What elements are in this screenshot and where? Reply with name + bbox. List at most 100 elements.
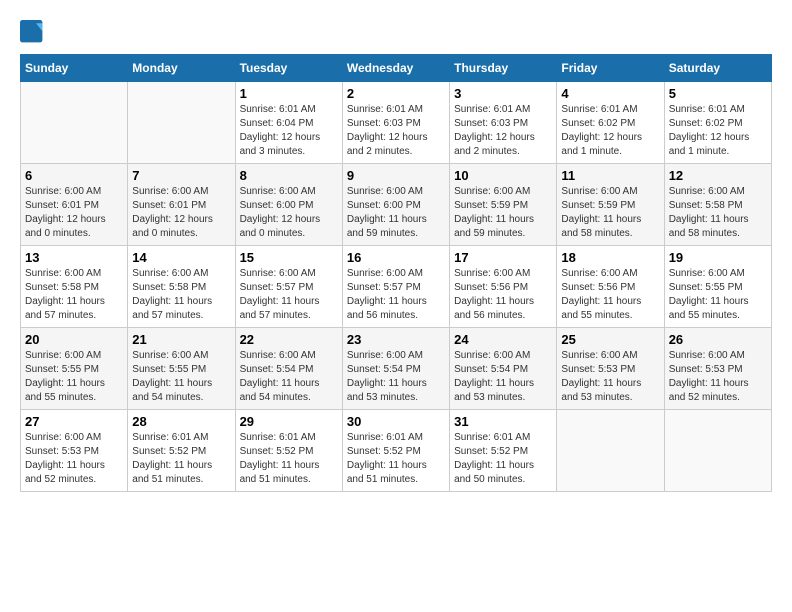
day-info: Sunrise: 6:00 AM Sunset: 5:57 PM Dayligh… bbox=[347, 267, 445, 323]
day-number: 11 bbox=[561, 168, 659, 183]
calendar-table: SundayMondayTuesdayWednesdayThursdayFrid… bbox=[20, 54, 772, 492]
calendar-cell: 27 Sunrise: 6:00 AM Sunset: 5:53 PM Dayli… bbox=[21, 410, 128, 492]
calendar-body: 1 Sunrise: 6:01 AM Sunset: 6:04 PM Daylig… bbox=[21, 82, 772, 492]
calendar-cell bbox=[557, 410, 664, 492]
weekday-row: SundayMondayTuesdayWednesdayThursdayFrid… bbox=[21, 55, 772, 82]
day-info: Sunrise: 6:01 AM Sunset: 5:52 PM Dayligh… bbox=[240, 431, 338, 487]
day-number: 31 bbox=[454, 414, 552, 429]
calendar-cell: 19Sunrise: 6:00 AM Sunset: 5:55 PM Dayli… bbox=[664, 246, 771, 328]
day-info: Sunrise: 6:00 AM Sunset: 5:53 PM Dayligh… bbox=[669, 349, 767, 405]
day-info: Sunrise: 6:01 AM Sunset: 6:02 PM Dayligh… bbox=[669, 103, 767, 159]
calendar-cell: 30Sunrise: 6:01 AM Sunset: 5:52 PM Dayli… bbox=[342, 410, 449, 492]
weekday-header-friday: Friday bbox=[557, 55, 664, 82]
calendar-cell: 31 Sunrise: 6:01 AM Sunset: 5:52 PM Dayli… bbox=[450, 410, 557, 492]
calendar-week-1: 6Sunrise: 6:00 AM Sunset: 6:01 PM Daylig… bbox=[21, 164, 772, 246]
day-info: Sunrise: 6:00 AM Sunset: 5:58 PM Dayligh… bbox=[132, 267, 230, 323]
day-info: Sunrise: 6:01 AM Sunset: 6:04 PM Dayligh… bbox=[240, 103, 338, 159]
day-info: Sunrise: 6:00 AM Sunset: 5:53 PM Dayligh… bbox=[25, 431, 123, 487]
calendar-cell bbox=[664, 410, 771, 492]
calendar-cell: 17Sunrise: 6:00 AM Sunset: 5:56 PM Dayli… bbox=[450, 246, 557, 328]
calendar-cell: 5Sunrise: 6:01 AM Sunset: 6:02 PM Daylig… bbox=[664, 82, 771, 164]
day-number: 25 bbox=[561, 332, 659, 347]
day-number: 22 bbox=[240, 332, 338, 347]
day-number: 28 bbox=[132, 414, 230, 429]
day-info: Sunrise: 6:00 AM Sunset: 5:54 PM Dayligh… bbox=[240, 349, 338, 405]
day-info: Sunrise: 6:00 AM Sunset: 6:00 PM Dayligh… bbox=[347, 185, 445, 241]
day-number: 26 bbox=[669, 332, 767, 347]
calendar-cell: 25 Sunrise: 6:00 AM Sunset: 5:53 PM Dayli… bbox=[557, 328, 664, 410]
calendar-week-4: 27 Sunrise: 6:00 AM Sunset: 5:53 PM Dayli… bbox=[21, 410, 772, 492]
calendar-cell: 6Sunrise: 6:00 AM Sunset: 6:01 PM Daylig… bbox=[21, 164, 128, 246]
day-info: Sunrise: 6:00 AM Sunset: 5:58 PM Dayligh… bbox=[669, 185, 767, 241]
calendar-cell: 11 Sunrise: 6:00 AM Sunset: 5:59 PM Dayli… bbox=[557, 164, 664, 246]
day-number: 15 bbox=[240, 250, 338, 265]
day-number: 20 bbox=[25, 332, 123, 347]
calendar-cell: 4Sunrise: 6:01 AM Sunset: 6:02 PM Daylig… bbox=[557, 82, 664, 164]
weekday-header-sunday: Sunday bbox=[21, 55, 128, 82]
weekday-header-tuesday: Tuesday bbox=[235, 55, 342, 82]
calendar-cell: 14 Sunrise: 6:00 AM Sunset: 5:58 PM Dayli… bbox=[128, 246, 235, 328]
day-info: Sunrise: 6:00 AM Sunset: 5:55 PM Dayligh… bbox=[25, 349, 123, 405]
day-number: 30 bbox=[347, 414, 445, 429]
calendar-cell: 21 Sunrise: 6:00 AM Sunset: 5:55 PM Dayli… bbox=[128, 328, 235, 410]
calendar-cell: 12Sunrise: 6:00 AM Sunset: 5:58 PM Dayli… bbox=[664, 164, 771, 246]
weekday-header-monday: Monday bbox=[128, 55, 235, 82]
logo-icon bbox=[20, 20, 44, 44]
day-number: 23 bbox=[347, 332, 445, 347]
day-number: 1 bbox=[240, 86, 338, 101]
calendar-cell bbox=[21, 82, 128, 164]
calendar-cell: 22 Sunrise: 6:00 AM Sunset: 5:54 PM Dayli… bbox=[235, 328, 342, 410]
calendar-cell: 15 Sunrise: 6:00 AM Sunset: 5:57 PM Dayli… bbox=[235, 246, 342, 328]
day-info: Sunrise: 6:00 AM Sunset: 5:55 PM Dayligh… bbox=[132, 349, 230, 405]
calendar-cell: 24 Sunrise: 6:00 AM Sunset: 5:54 PM Dayli… bbox=[450, 328, 557, 410]
calendar-cell: 13 Sunrise: 6:00 AM Sunset: 5:58 PM Dayli… bbox=[21, 246, 128, 328]
calendar-week-2: 13 Sunrise: 6:00 AM Sunset: 5:58 PM Dayli… bbox=[21, 246, 772, 328]
calendar-cell: 8Sunrise: 6:00 AM Sunset: 6:00 PM Daylig… bbox=[235, 164, 342, 246]
day-number: 24 bbox=[454, 332, 552, 347]
day-number: 18 bbox=[561, 250, 659, 265]
calendar-cell: 7Sunrise: 6:00 AM Sunset: 6:01 PM Daylig… bbox=[128, 164, 235, 246]
calendar-cell bbox=[128, 82, 235, 164]
day-number: 2 bbox=[347, 86, 445, 101]
weekday-header-saturday: Saturday bbox=[664, 55, 771, 82]
page-header bbox=[20, 20, 772, 44]
calendar-cell: 3 Sunrise: 6:01 AM Sunset: 6:03 PM Daylig… bbox=[450, 82, 557, 164]
weekday-header-thursday: Thursday bbox=[450, 55, 557, 82]
calendar-cell: 28 Sunrise: 6:01 AM Sunset: 5:52 PM Dayli… bbox=[128, 410, 235, 492]
calendar-cell: 20 Sunrise: 6:00 AM Sunset: 5:55 PM Dayli… bbox=[21, 328, 128, 410]
calendar-cell: 18 Sunrise: 6:00 AM Sunset: 5:56 PM Dayli… bbox=[557, 246, 664, 328]
calendar-cell: 29Sunrise: 6:01 AM Sunset: 5:52 PM Dayli… bbox=[235, 410, 342, 492]
logo bbox=[20, 20, 48, 44]
day-number: 9 bbox=[347, 168, 445, 183]
day-info: Sunrise: 6:00 AM Sunset: 6:01 PM Dayligh… bbox=[132, 185, 230, 241]
day-number: 16 bbox=[347, 250, 445, 265]
day-number: 17 bbox=[454, 250, 552, 265]
day-info: Sunrise: 6:00 AM Sunset: 5:54 PM Dayligh… bbox=[454, 349, 552, 405]
day-number: 13 bbox=[25, 250, 123, 265]
calendar-cell: 9 Sunrise: 6:00 AM Sunset: 6:00 PM Daylig… bbox=[342, 164, 449, 246]
day-info: Sunrise: 6:00 AM Sunset: 5:57 PM Dayligh… bbox=[240, 267, 338, 323]
day-info: Sunrise: 6:01 AM Sunset: 6:02 PM Dayligh… bbox=[561, 103, 659, 159]
day-info: Sunrise: 6:00 AM Sunset: 5:53 PM Dayligh… bbox=[561, 349, 659, 405]
day-info: Sunrise: 6:01 AM Sunset: 6:03 PM Dayligh… bbox=[347, 103, 445, 159]
day-info: Sunrise: 6:01 AM Sunset: 6:03 PM Dayligh… bbox=[454, 103, 552, 159]
calendar-cell: 2 Sunrise: 6:01 AM Sunset: 6:03 PM Daylig… bbox=[342, 82, 449, 164]
day-info: Sunrise: 6:00 AM Sunset: 6:00 PM Dayligh… bbox=[240, 185, 338, 241]
calendar-cell: 10Sunrise: 6:00 AM Sunset: 5:59 PM Dayli… bbox=[450, 164, 557, 246]
day-info: Sunrise: 6:00 AM Sunset: 5:54 PM Dayligh… bbox=[347, 349, 445, 405]
day-info: Sunrise: 6:00 AM Sunset: 6:01 PM Dayligh… bbox=[25, 185, 123, 241]
day-info: Sunrise: 6:01 AM Sunset: 5:52 PM Dayligh… bbox=[132, 431, 230, 487]
day-info: Sunrise: 6:00 AM Sunset: 5:59 PM Dayligh… bbox=[561, 185, 659, 241]
calendar-cell: 16 Sunrise: 6:00 AM Sunset: 5:57 PM Dayli… bbox=[342, 246, 449, 328]
day-info: Sunrise: 6:00 AM Sunset: 5:58 PM Dayligh… bbox=[25, 267, 123, 323]
calendar-cell: 23 Sunrise: 6:00 AM Sunset: 5:54 PM Dayli… bbox=[342, 328, 449, 410]
calendar-week-0: 1 Sunrise: 6:01 AM Sunset: 6:04 PM Daylig… bbox=[21, 82, 772, 164]
day-number: 3 bbox=[454, 86, 552, 101]
day-number: 27 bbox=[25, 414, 123, 429]
day-number: 14 bbox=[132, 250, 230, 265]
calendar-cell: 26 Sunrise: 6:00 AM Sunset: 5:53 PM Dayli… bbox=[664, 328, 771, 410]
calendar-week-3: 20 Sunrise: 6:00 AM Sunset: 5:55 PM Dayli… bbox=[21, 328, 772, 410]
day-info: Sunrise: 6:00 AM Sunset: 5:56 PM Dayligh… bbox=[561, 267, 659, 323]
day-info: Sunrise: 6:01 AM Sunset: 5:52 PM Dayligh… bbox=[454, 431, 552, 487]
day-number: 21 bbox=[132, 332, 230, 347]
